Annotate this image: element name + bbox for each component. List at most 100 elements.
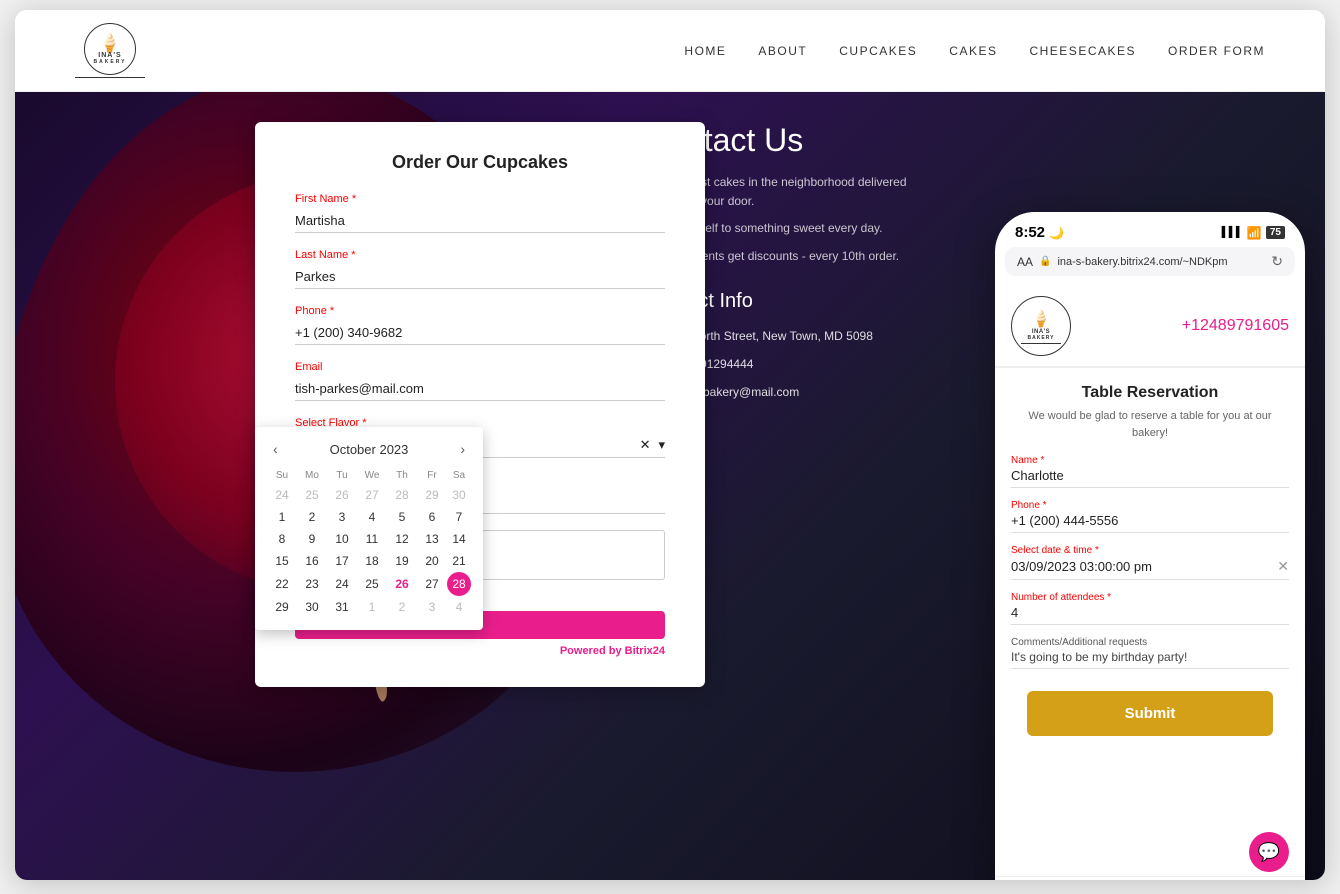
res-comments-label: Comments/Additional requests	[1011, 637, 1289, 648]
calendar-grid: SuMoTuWeThFrSa 2425262728293012345678910…	[267, 467, 471, 618]
phone-field: Phone *	[295, 305, 665, 345]
calendar-body: 2425262728293012345678910111213141516171…	[267, 484, 471, 618]
res-attendees-value[interactable]: 4	[1011, 605, 1289, 625]
calendar-day[interactable]: 30	[297, 596, 327, 618]
cal-weekday: Mo	[297, 467, 327, 484]
calendar-day[interactable]: 13	[417, 528, 447, 550]
logo-underline	[75, 77, 145, 78]
cal-month-year: October 2023	[330, 442, 409, 457]
calendar-day[interactable]: 8	[267, 528, 297, 550]
phone-status-bar: 8:52 🌙 ▌▌▌ 📶 75	[995, 212, 1305, 247]
calendar-day[interactable]: 4	[447, 596, 471, 618]
email-label: Email	[295, 361, 665, 373]
res-comments-field: Comments/Additional requests It's going …	[1011, 637, 1289, 669]
phone-logo-line	[1021, 343, 1061, 344]
calendar-day[interactable]: 1	[357, 596, 387, 618]
calendar-day[interactable]: 14	[447, 528, 471, 550]
calendar-day[interactable]: 6	[417, 506, 447, 528]
first-name-input[interactable]	[295, 209, 665, 233]
res-date-label: Select date & time *	[1011, 545, 1289, 556]
last-name-field: Last Name *	[295, 249, 665, 289]
nav-cupcakes[interactable]: CUPCAKES	[839, 44, 917, 58]
calendar-day[interactable]: 17	[327, 550, 357, 572]
nav-about[interactable]: ABOUT	[758, 44, 807, 58]
email-field: Email	[295, 361, 665, 401]
calendar-day[interactable]: 29	[267, 596, 297, 618]
calendar-day[interactable]: 10	[327, 528, 357, 550]
calendar-day[interactable]: 1	[267, 506, 297, 528]
nav-cheesecakes[interactable]: CHEESECAKES	[1029, 44, 1136, 58]
calendar-day[interactable]: 4	[357, 506, 387, 528]
calendar-day[interactable]: 29	[417, 484, 447, 506]
chat-fab-button[interactable]: 💬	[1249, 832, 1289, 872]
cal-weekday: Su	[267, 467, 297, 484]
calendar-day[interactable]: 3	[417, 596, 447, 618]
calendar-day[interactable]: 19	[387, 550, 417, 572]
calendar-day[interactable]: 16	[297, 550, 327, 572]
site-logo[interactable]: 🍦 INA'S BAKERY	[75, 23, 145, 78]
res-phone-value[interactable]: +1 (200) 444-5556	[1011, 513, 1289, 533]
calendar-day[interactable]: 18	[357, 550, 387, 572]
clear-icon[interactable]: ✕	[640, 437, 651, 453]
nav-order-form[interactable]: ORDER FORM	[1168, 44, 1265, 58]
calendar-day[interactable]: 20	[417, 550, 447, 572]
calendar-day[interactable]: 23	[297, 572, 327, 596]
calendar-day[interactable]: 24	[327, 572, 357, 596]
res-name-label: Name *	[1011, 455, 1289, 466]
calendar-day[interactable]: 24	[267, 484, 297, 506]
reservation-form: Table Reservation We would be glad to re…	[995, 368, 1305, 762]
order-form-title: Order Our Cupcakes	[295, 152, 665, 173]
calendar-day[interactable]: 21	[447, 550, 471, 572]
aa-button[interactable]: AA	[1017, 255, 1033, 269]
phone-content: 🍦 INA'S BAKERY +12489791605 Table Reserv…	[995, 276, 1305, 880]
phone-time: 8:52 🌙	[1015, 224, 1064, 241]
moon-icon: 🌙	[1049, 226, 1064, 240]
res-date-value[interactable]: 03/09/2023 03:00:00 pm	[1011, 559, 1152, 574]
calendar-week-row: 2930311234	[267, 596, 471, 618]
calendar-day[interactable]: 25	[297, 484, 327, 506]
calendar-day[interactable]: 31	[327, 596, 357, 618]
calendar-day[interactable]: 3	[327, 506, 357, 528]
calendar-day[interactable]: 2	[297, 506, 327, 528]
signal-icon: ▌▌▌	[1222, 227, 1243, 238]
calendar-day[interactable]: 25	[357, 572, 387, 596]
calendar-day[interactable]: 7	[447, 506, 471, 528]
calendar-day[interactable]: 26	[327, 484, 357, 506]
battery-indicator: 75	[1266, 226, 1285, 239]
cal-next-button[interactable]: ›	[454, 439, 471, 459]
calendar-day[interactable]: 27	[357, 484, 387, 506]
calendar-day[interactable]: 5	[387, 506, 417, 528]
res-date-clear[interactable]: ✕	[1277, 558, 1289, 575]
calendar-day[interactable]: 22	[267, 572, 297, 596]
last-name-input[interactable]	[295, 265, 665, 289]
calendar-day[interactable]: 9	[297, 528, 327, 550]
phone-bakery-number[interactable]: +12489791605	[1182, 317, 1289, 335]
calendar-day[interactable]: 2	[387, 596, 417, 618]
phone-url-bar[interactable]: AA 🔒 ina-s-bakery.bitrix24.com/~NDKpm ↻	[1005, 247, 1295, 276]
calendar-day[interactable]: 28	[447, 572, 471, 596]
res-name-value[interactable]: Charlotte	[1011, 468, 1289, 488]
calendar-day[interactable]: 26	[387, 572, 417, 596]
res-comments-value[interactable]: It's going to be my birthday party!	[1011, 650, 1289, 669]
refresh-icon[interactable]: ↻	[1271, 253, 1283, 270]
calendar-day[interactable]: 12	[387, 528, 417, 550]
nav-cakes[interactable]: CAKES	[949, 44, 997, 58]
calendar-week-row: 24252627282930	[267, 484, 471, 506]
calendar-day[interactable]: 15	[267, 550, 297, 572]
calendar-day[interactable]: 11	[357, 528, 387, 550]
cal-weekday: Tu	[327, 467, 357, 484]
calendar-day[interactable]: 30	[447, 484, 471, 506]
last-name-label: Last Name *	[295, 249, 665, 261]
calendar-week-row: 15161718192021	[267, 550, 471, 572]
calendar-day[interactable]: 27	[417, 572, 447, 596]
phone-input[interactable]	[295, 321, 665, 345]
res-phone-field: Phone * +1 (200) 444-5556	[1011, 500, 1289, 533]
cal-prev-button[interactable]: ‹	[267, 439, 284, 459]
calendar-day[interactable]: 28	[387, 484, 417, 506]
email-input[interactable]	[295, 377, 665, 401]
phone-submit-button[interactable]: Submit	[1027, 691, 1273, 736]
main-nav: HOME ABOUT CUPCAKES CAKES CHEESECAKES OR…	[684, 42, 1265, 60]
hero-area: Order Our Cupcakes First Name * Last Nam…	[15, 92, 1325, 880]
nav-home[interactable]: HOME	[684, 44, 726, 58]
dropdown-icon[interactable]: ▾	[658, 437, 665, 453]
